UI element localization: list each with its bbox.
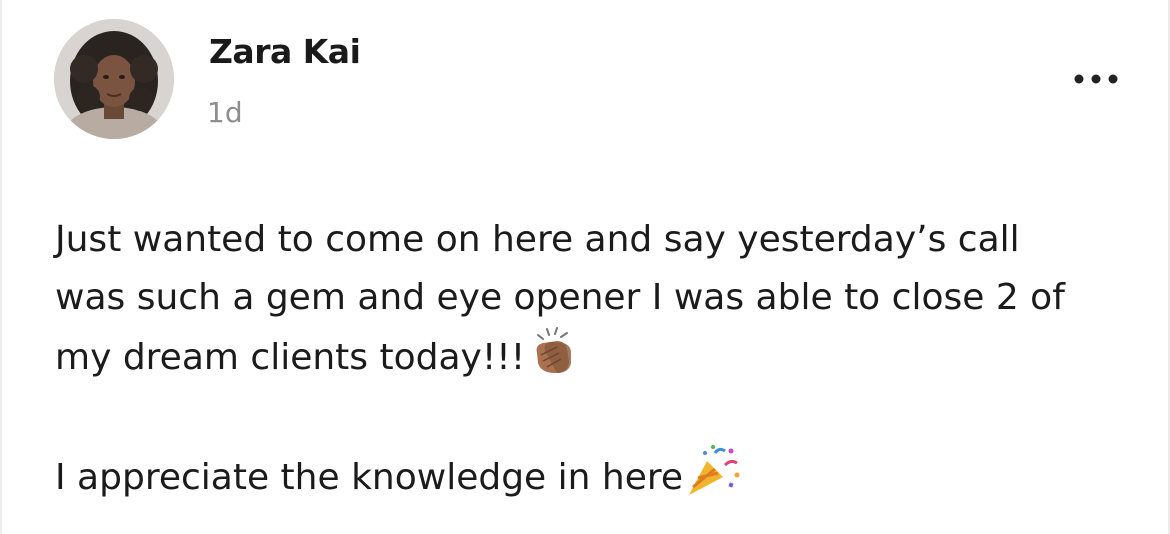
party-popper-icon — [685, 443, 741, 497]
clapping-hands-icon — [527, 327, 579, 377]
avatar-photo — [54, 19, 174, 139]
post-text-line-with-emoji: my dream clients today!!! — [55, 327, 1145, 385]
post-text-line-with-emoji: I appreciate the knowledge in here — [55, 443, 1145, 501]
post-text-line: Just wanted to come on here and say yest… — [55, 219, 1020, 260]
post-card: Zara Kai 1d Just wanted to come on here … — [0, 0, 1170, 534]
more-options-button[interactable] — [1068, 62, 1124, 96]
post-text-fragment: I appreciate the knowledge in here — [55, 457, 684, 498]
author-name[interactable]: Zara Kai — [209, 32, 361, 71]
post-body: Just wanted to come on here and say yest… — [55, 211, 1145, 501]
author-avatar[interactable] — [54, 19, 174, 139]
post-timestamp: 1d — [207, 96, 243, 129]
post-text-fragment: my dream clients today!!! — [55, 337, 526, 378]
more-horizontal-icon — [1074, 74, 1118, 84]
post-text-line: was such a gem and eye opener I was able… — [55, 277, 1065, 318]
